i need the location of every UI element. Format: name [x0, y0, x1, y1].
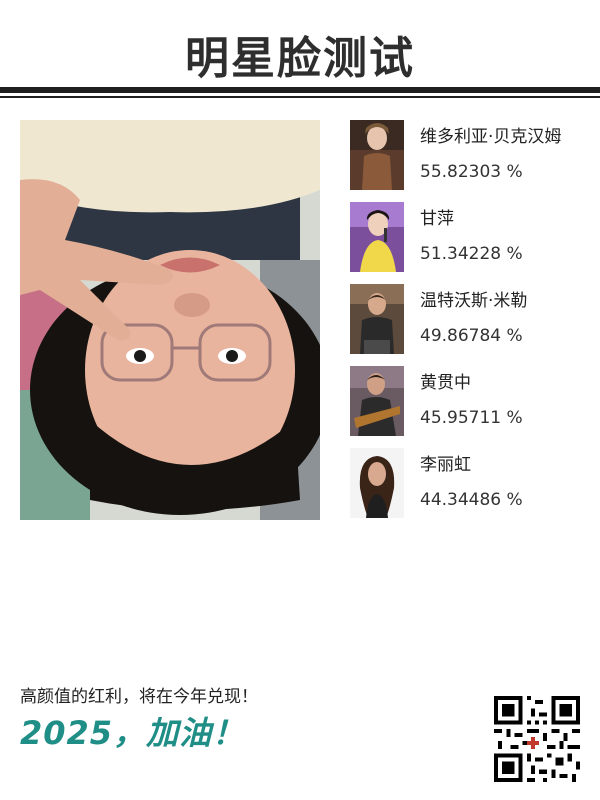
- header-divider-thin: [0, 96, 600, 98]
- similarity-score: 45.95711 %: [420, 408, 523, 428]
- celebrity-photo: [350, 120, 404, 190]
- header-divider-thick: [0, 87, 600, 93]
- celebrity-name: 维多利亚·贝克汉姆: [420, 127, 562, 147]
- match-item[interactable]: 黄贯中 45.95711 %: [350, 366, 600, 448]
- similarity-score: 44.34486 %: [420, 490, 523, 510]
- similarity-score: 55.82303 %: [420, 162, 523, 182]
- similarity-score: 49.86784 %: [420, 326, 523, 346]
- result-page: 明星脸测试 维多利亚·贝克汉姆 55.82303 % 甘萍 51.34228 %…: [0, 0, 600, 800]
- celebrity-name: 甘萍: [420, 209, 454, 229]
- celebrity-match-list: 维多利亚·贝克汉姆 55.82303 % 甘萍 51.34228 % 温特沃斯·…: [350, 120, 600, 530]
- celebrity-name: 黄贯中: [420, 373, 471, 393]
- celebrity-name: 温特沃斯·米勒: [420, 291, 528, 311]
- celebrity-photo: [350, 448, 404, 518]
- qr-code[interactable]: [494, 696, 580, 782]
- match-item[interactable]: 维多利亚·贝克汉姆 55.82303 %: [350, 120, 600, 202]
- celebrity-name: 李丽虹: [420, 455, 471, 475]
- similarity-score: 51.34228 %: [420, 244, 523, 264]
- cheer-text: 2025，加油！: [20, 714, 246, 752]
- slogan-text: 高颜值的红利，将在今年兑现！: [20, 687, 258, 707]
- match-item[interactable]: 温特沃斯·米勒 49.86784 %: [350, 284, 600, 366]
- match-item[interactable]: 甘萍 51.34228 %: [350, 202, 600, 284]
- uploaded-face-photo: [20, 120, 320, 520]
- page-title: 明星脸测试: [185, 33, 415, 84]
- celebrity-photo: [350, 366, 404, 436]
- match-item[interactable]: 李丽虹 44.34486 %: [350, 448, 600, 530]
- celebrity-photo: [350, 284, 404, 354]
- celebrity-photo: [350, 202, 404, 272]
